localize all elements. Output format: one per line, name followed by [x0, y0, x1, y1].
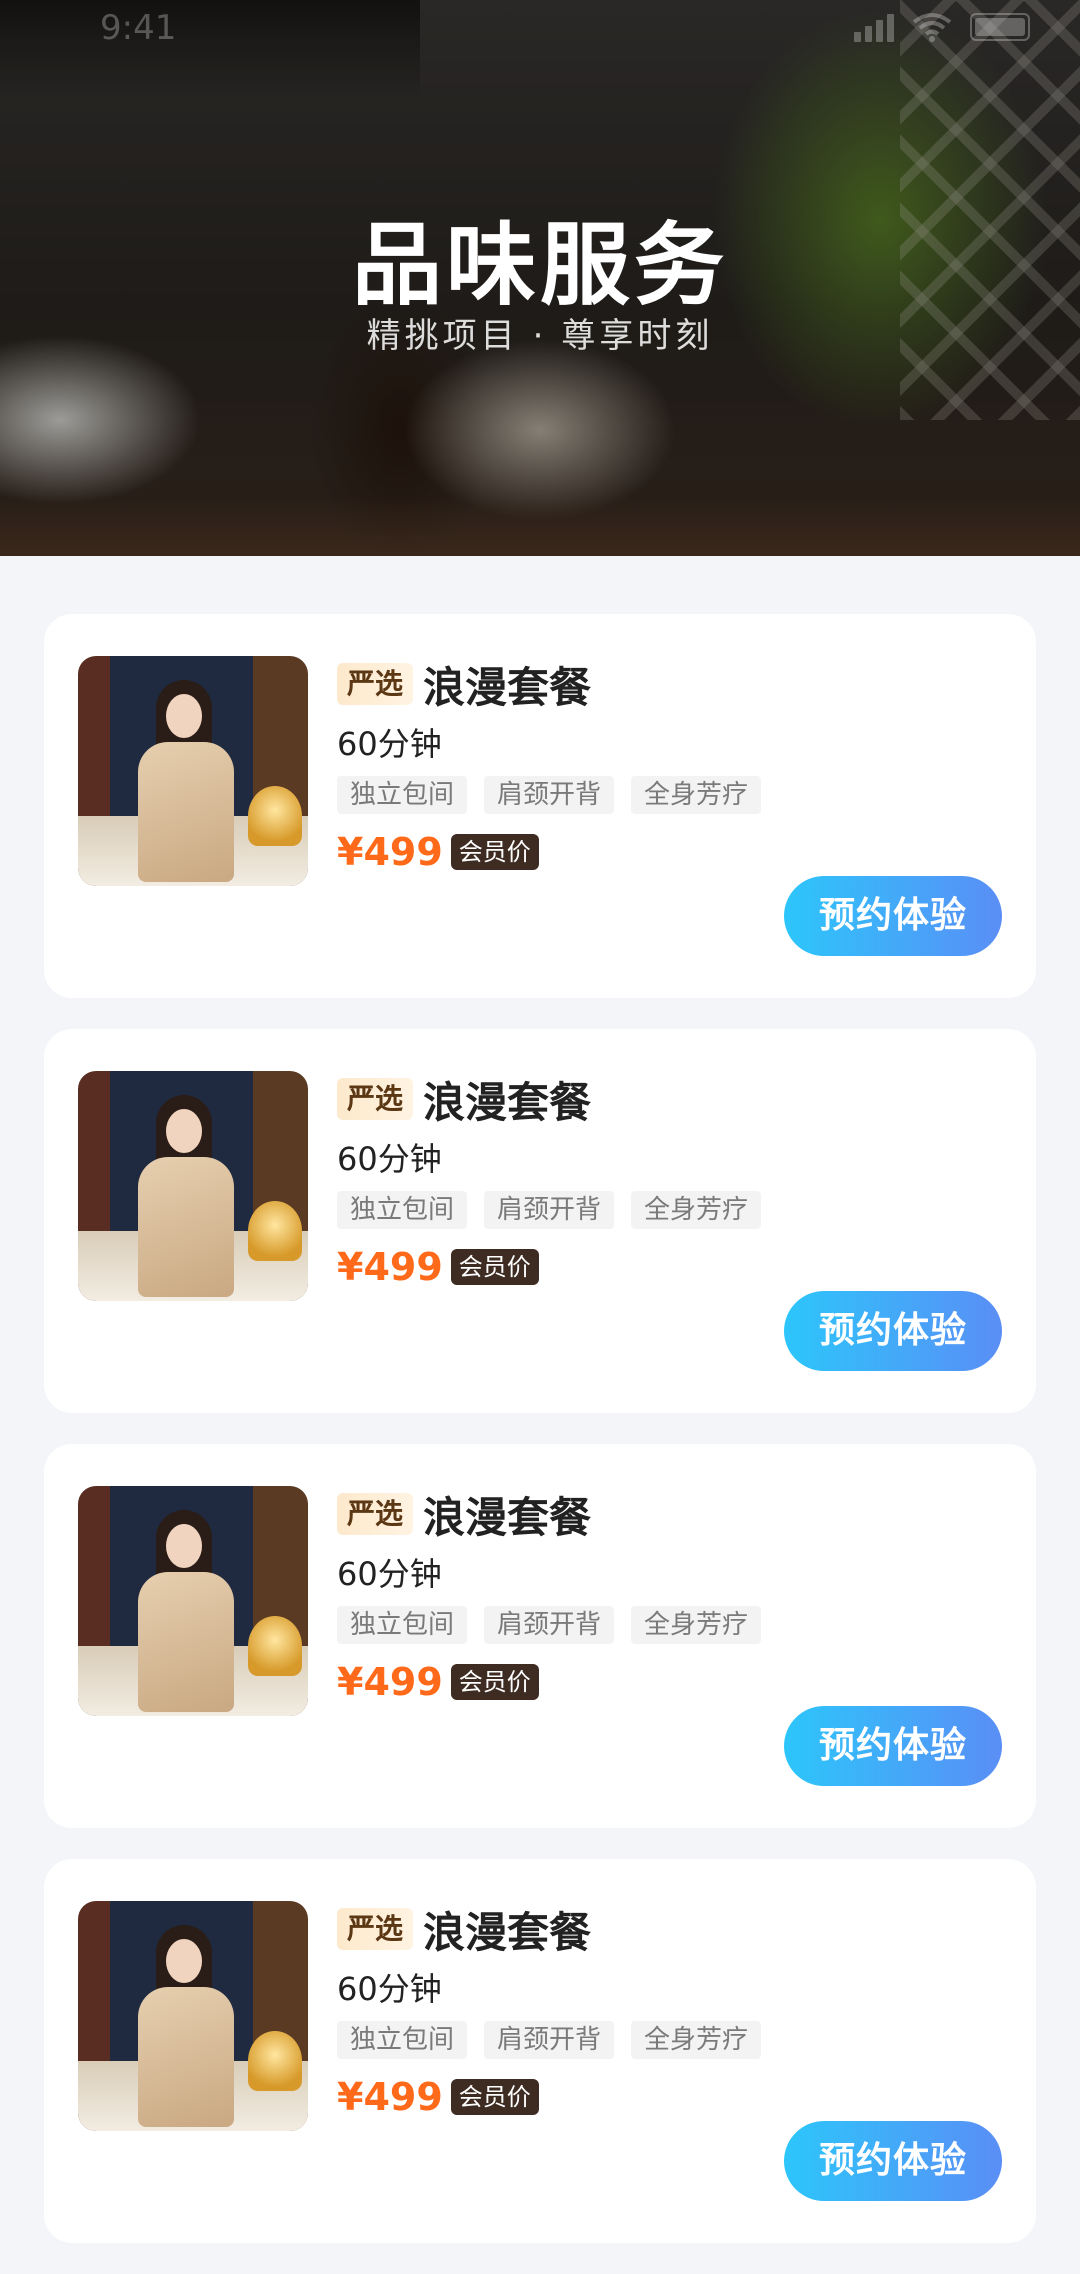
package-duration: 60分钟 [337, 1970, 442, 2008]
package-title-row: 严选 浪漫套餐 [337, 656, 761, 712]
signal-icon [854, 12, 894, 42]
book-experience-button[interactable]: 预约体验 [784, 876, 1002, 956]
package-thumbnail[interactable] [78, 1486, 308, 1716]
feature-tag: 独立包间 [337, 1606, 468, 1644]
status-icons [854, 12, 1030, 42]
member-price-badge: 会员价 [450, 1249, 539, 1285]
package-price: ¥499 [337, 1245, 443, 1289]
package-info: 严选 浪漫套餐 60分钟 独立包间 肩颈开背 全身芳疗 ¥499 会员价 [337, 656, 762, 876]
price-row: ¥499 会员价 [337, 2073, 761, 2121]
package-features: 独立包间 肩颈开背 全身芳疗 [337, 1606, 762, 1644]
package-title: 浪漫套餐 [423, 1492, 592, 1542]
feature-tag: 独立包间 [337, 2021, 468, 2059]
feature-tag: 肩颈开背 [484, 1606, 615, 1644]
select-tag: 严选 [337, 1493, 414, 1535]
package-card[interactable]: 严选 浪漫套餐 60分钟 独立包间 肩颈开背 全身芳疗 ¥499 会员价 预约体… [44, 1444, 1036, 1828]
book-experience-button[interactable]: 预约体验 [784, 2121, 1002, 2201]
package-title: 浪漫套餐 [423, 662, 592, 712]
feature-tag: 全身芳疗 [631, 776, 762, 814]
hero-subtitle-separator: · [532, 316, 548, 356]
feature-tag: 全身芳疗 [631, 2021, 762, 2059]
feature-tag: 肩颈开背 [484, 2021, 615, 2059]
package-list: 严选 浪漫套餐 60分钟 独立包间 肩颈开背 全身芳疗 ¥499 会员价 预约体… [44, 614, 1036, 2274]
select-tag: 严选 [337, 1908, 414, 1950]
member-price-badge: 会员价 [450, 2079, 539, 2115]
package-price: ¥499 [337, 1660, 443, 1704]
package-duration: 60分钟 [337, 1140, 442, 1178]
package-features: 独立包间 肩颈开背 全身芳疗 [337, 776, 762, 814]
package-duration: 60分钟 [337, 725, 442, 763]
package-price: ¥499 [337, 830, 443, 874]
package-title-row: 严选 浪漫套餐 [337, 1901, 761, 1957]
package-thumbnail[interactable] [78, 1901, 308, 2131]
package-thumbnail[interactable] [78, 656, 308, 886]
package-features: 独立包间 肩颈开背 全身芳疗 [337, 1191, 762, 1229]
package-info: 严选 浪漫套餐 60分钟 独立包间 肩颈开背 全身芳疗 ¥499 会员价 [337, 1486, 762, 1706]
price-row: ¥499 会员价 [337, 1658, 761, 1706]
package-title-row: 严选 浪漫套餐 [337, 1486, 761, 1542]
select-tag: 严选 [337, 663, 414, 705]
package-title: 浪漫套餐 [423, 1907, 592, 1957]
status-bar: 9:41 [0, 0, 1080, 60]
package-card[interactable]: 严选 浪漫套餐 60分钟 独立包间 肩颈开背 全身芳疗 ¥499 会员价 预约体… [44, 1029, 1036, 1413]
book-experience-button[interactable]: 预约体验 [784, 1706, 1002, 1786]
hero-banner: 9:41 品味服务 精挑项目 · 尊享时刻 [0, 0, 1080, 556]
feature-tag: 独立包间 [337, 1191, 468, 1229]
feature-tag: 全身芳疗 [631, 1606, 762, 1644]
feature-tag: 肩颈开背 [484, 1191, 615, 1229]
package-card[interactable]: 严选 浪漫套餐 60分钟 独立包间 肩颈开背 全身芳疗 ¥499 会员价 预约体… [44, 1859, 1036, 2243]
package-duration: 60分钟 [337, 1555, 442, 1593]
package-card[interactable]: 严选 浪漫套餐 60分钟 独立包间 肩颈开背 全身芳疗 ¥499 会员价 预约体… [44, 614, 1036, 998]
package-info: 严选 浪漫套餐 60分钟 独立包间 肩颈开背 全身芳疗 ¥499 会员价 [337, 1901, 762, 2121]
feature-tag: 全身芳疗 [631, 1191, 762, 1229]
package-info: 严选 浪漫套餐 60分钟 独立包间 肩颈开背 全身芳疗 ¥499 会员价 [337, 1071, 762, 1291]
member-price-badge: 会员价 [450, 834, 539, 870]
package-thumbnail[interactable] [78, 1071, 308, 1301]
hero-subtitle: 精挑项目 · 尊享时刻 [0, 308, 1080, 357]
battery-icon [970, 13, 1030, 41]
member-price-badge: 会员价 [450, 1664, 539, 1700]
package-features: 独立包间 肩颈开背 全身芳疗 [337, 2021, 762, 2059]
package-title: 浪漫套餐 [423, 1077, 592, 1127]
price-row: ¥499 会员价 [337, 1243, 761, 1291]
feature-tag: 肩颈开背 [484, 776, 615, 814]
status-time: 9:41 [100, 8, 177, 48]
hero-subtitle-right: 尊享时刻 [561, 316, 714, 356]
hero-subtitle-left: 精挑项目 [366, 316, 519, 356]
package-title-row: 严选 浪漫套餐 [337, 1071, 761, 1127]
package-price: ¥499 [337, 2075, 443, 2119]
feature-tag: 独立包间 [337, 776, 468, 814]
select-tag: 严选 [337, 1078, 414, 1120]
price-row: ¥499 会员价 [337, 828, 761, 876]
hero-title: 品味服务 [352, 213, 728, 318]
book-experience-button[interactable]: 预约体验 [784, 1291, 1002, 1371]
wifi-icon [912, 13, 952, 42]
